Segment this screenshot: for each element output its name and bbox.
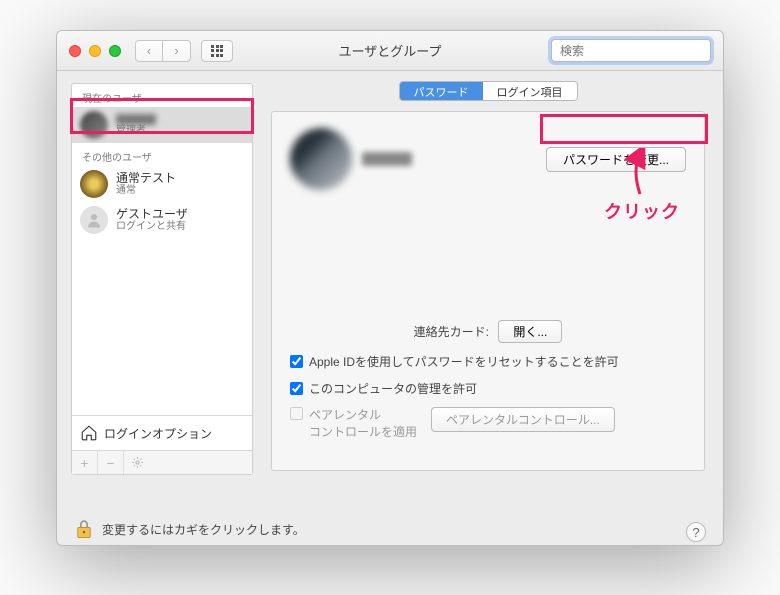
remove-user-button[interactable]: − — [98, 451, 124, 474]
sidebar-item-standard-user[interactable]: 通常テスト 通常 — [72, 166, 252, 202]
grid-icon — [211, 45, 223, 57]
user-role: 管理者 — [116, 125, 156, 137]
lock-icon — [74, 518, 94, 540]
change-password-button[interactable]: パスワードを変更... — [546, 147, 686, 172]
add-user-button[interactable]: + — [72, 451, 98, 474]
forward-button[interactable]: › — [163, 40, 191, 62]
prefpane-window: ‹ › ユーザとグループ 現在のユーザ 管理者 その他のユーザ — [56, 30, 724, 546]
minimize-window-button[interactable] — [89, 45, 101, 57]
show-all-prefs-button[interactable] — [201, 40, 233, 62]
person-icon — [85, 211, 103, 229]
house-icon — [80, 424, 98, 442]
login-options-label: ログインオプション — [104, 425, 212, 442]
search-input[interactable] — [560, 44, 715, 58]
parental-controls-button: ペアレンタルコントロール... — [431, 407, 615, 432]
parental-label-line1: ペアレンタル — [309, 407, 417, 424]
allow-appleid-reset-label: Apple IDを使用してパスワードをリセットすることを許可 — [309, 353, 619, 370]
login-options-row[interactable]: ログインオプション — [72, 415, 252, 450]
current-user-section-label: 現在のユーザ — [72, 84, 252, 107]
avatar-icon — [80, 111, 108, 139]
sidebar-item-guest-user[interactable]: ゲストユーザ ログインと共有 — [72, 202, 252, 238]
avatar-icon — [80, 170, 108, 198]
annotation-arrow-icon — [620, 148, 660, 198]
user-role: 通常 — [116, 185, 176, 197]
user-name-hidden — [116, 114, 156, 125]
annotation-click-label: クリック — [604, 198, 680, 224]
titlebar: ‹ › ユーザとグループ — [57, 31, 723, 71]
sidebar-gear-button[interactable] — [124, 451, 150, 474]
avatar-icon — [80, 206, 108, 234]
lock-bar[interactable]: 変更するにはカギをクリックします。 — [74, 518, 305, 540]
allow-admin-checkbox[interactable] — [290, 382, 303, 395]
user-avatar-large[interactable] — [290, 128, 352, 190]
gear-icon — [131, 456, 144, 469]
other-users-section-label: その他のユーザ — [72, 143, 252, 166]
tab-password[interactable]: パスワード — [400, 82, 483, 100]
sidebar-item-current-user[interactable]: 管理者 — [72, 107, 252, 143]
user-name: 通常テスト — [116, 171, 176, 185]
main-pane: パスワード ログイン項目 パスワードを変更... 連絡先カード: 開く... A… — [253, 71, 723, 545]
user-role: ログインと共有 — [116, 221, 188, 233]
user-name: ゲストユーザ — [116, 207, 188, 221]
users-sidebar: 現在のユーザ 管理者 その他のユーザ 通常テスト 通常 — [71, 83, 253, 475]
zoom-window-button[interactable] — [109, 45, 121, 57]
traffic-lights — [69, 45, 121, 57]
close-window-button[interactable] — [69, 45, 81, 57]
tab-bar: パスワード ログイン項目 — [271, 81, 705, 101]
parental-label-line2: コントロールを適用 — [309, 424, 417, 441]
tab-login-items[interactable]: ログイン項目 — [483, 82, 577, 100]
user-fullname-hidden — [362, 152, 412, 166]
open-contact-button[interactable]: 開く... — [498, 320, 562, 343]
lock-text: 変更するにはカギをクリックします。 — [102, 521, 305, 538]
search-field[interactable] — [551, 39, 711, 62]
help-button[interactable]: ? — [686, 522, 706, 542]
sidebar-footer: + − — [72, 450, 252, 474]
parental-controls-checkbox — [290, 407, 303, 420]
back-button[interactable]: ‹ — [135, 40, 163, 62]
window-body: 現在のユーザ 管理者 その他のユーザ 通常テスト 通常 — [57, 71, 723, 545]
allow-appleid-reset-checkbox[interactable] — [290, 355, 303, 368]
nav-back-forward: ‹ › — [135, 40, 191, 62]
allow-admin-label: このコンピュータの管理を許可 — [309, 380, 477, 397]
contact-card-label: 連絡先カード: — [414, 325, 489, 339]
